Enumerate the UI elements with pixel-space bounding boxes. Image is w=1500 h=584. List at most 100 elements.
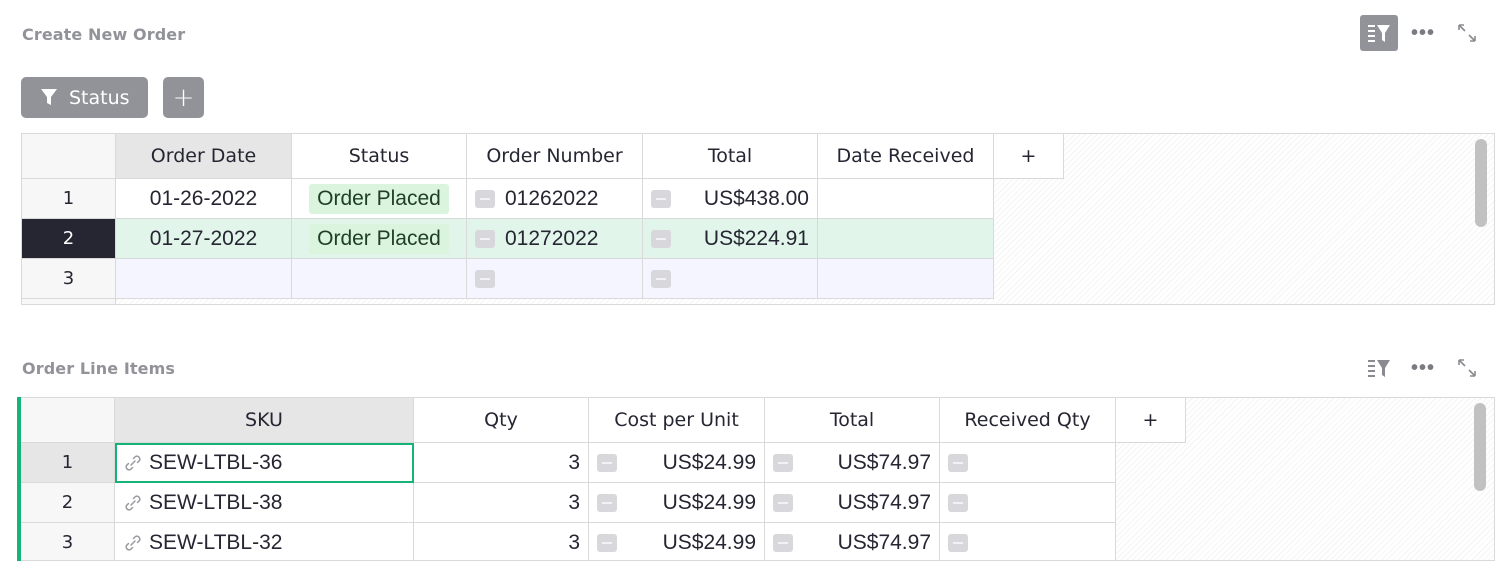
row-number[interactable]: 3 [21,523,115,560]
status-cell[interactable]: Order Placed [292,219,467,259]
total-value: US$74.97 [837,530,931,554]
new-row[interactable]: 3 [22,259,994,299]
row-number[interactable]: 3 [22,259,116,299]
row-number[interactable]: 2 [21,483,115,523]
numeric-type-icon [948,533,968,552]
expand-button[interactable] [1448,350,1486,386]
text-type-icon [475,189,495,208]
total-value: US$74.97 [837,450,931,474]
text-type-icon [475,229,495,248]
sort-filter-button[interactable] [1360,15,1398,51]
order-number-cell[interactable]: 01262022 [467,179,643,219]
total-cell[interactable]: US$74.97 [765,443,940,483]
status-cell[interactable]: Order Placed [292,179,467,219]
order-date-cell[interactable] [116,259,292,299]
column-header-order-date[interactable]: Order Date [116,134,292,179]
cost-value: US$24.99 [662,490,756,514]
numeric-type-icon [597,493,617,512]
sku-value: SEW-LTBL-32 [149,530,283,554]
sort-filter-button[interactable] [1360,350,1398,386]
cost-cell[interactable]: US$24.99 [589,443,765,483]
sort-filter-icon [1368,360,1390,377]
order-date-cell[interactable]: 01-26-2022 [116,179,292,219]
column-header-received-qty[interactable]: Received Qty [940,398,1116,443]
numeric-type-icon [773,533,793,552]
order-number-value: 01272022 [505,226,599,250]
grid-bottom-spacer [22,299,116,304]
date-received-cell[interactable] [818,179,994,219]
order-number-value: 01262022 [505,186,599,210]
row-number[interactable]: 1 [21,443,115,483]
cost-cell[interactable]: US$24.99 [589,523,765,560]
total-cell[interactable]: US$74.97 [765,483,940,523]
column-header-cost-per-unit[interactable]: Cost per Unit [589,398,765,443]
received-qty-cell[interactable] [940,443,1116,483]
qty-cell[interactable]: 3 [414,523,589,560]
numeric-type-icon [651,229,671,248]
numeric-type-icon [948,453,968,472]
numeric-type-icon [597,453,617,472]
order-number-cell[interactable]: 01272022 [467,219,643,259]
vertical-scrollbar[interactable] [1474,403,1486,491]
more-options-button[interactable]: ••• [1404,15,1442,51]
orders-grid: Order Date Status Order Number Total Dat… [21,133,1495,305]
table-row[interactable]: 1 01-26-2022 Order Placed 01262022 US$43… [22,179,994,219]
sku-cell[interactable]: SEW-LTBL-36 [115,443,414,483]
status-cell[interactable] [292,259,467,299]
column-header-status[interactable]: Status [292,134,467,179]
orders-header-row: Order Date Status Order Number Total Dat… [22,134,1064,179]
total-cell[interactable]: US$438.00 [643,179,818,219]
text-type-icon [475,269,495,288]
column-header-date-received[interactable]: Date Received [818,134,994,179]
numeric-type-icon [651,189,671,208]
orders-section-title: Create New Order [22,25,186,44]
column-header-total[interactable]: Total [643,134,818,179]
filter-icon [41,89,57,105]
cost-cell[interactable]: US$24.99 [589,483,765,523]
sku-value: SEW-LTBL-38 [149,490,283,514]
row-number-spacer [22,299,116,304]
sku-cell[interactable]: SEW-LTBL-32 [115,523,414,560]
date-received-cell[interactable] [818,219,994,259]
date-received-cell[interactable] [818,259,994,299]
row-number[interactable]: 1 [22,179,116,219]
qty-cell[interactable]: 3 [414,483,589,523]
numeric-type-icon [773,493,793,512]
column-header-sku[interactable]: SKU [115,398,414,443]
table-row[interactable]: 1 SEW-LTBL-36 3 US$24.99 US$74.97 [21,443,1116,483]
sort-filter-icon [1368,25,1390,42]
table-row[interactable]: 2 01-27-2022 Order Placed 01272022 US$22… [22,219,994,259]
total-cell[interactable] [643,259,818,299]
order-date-cell[interactable]: 01-27-2022 [116,219,292,259]
status-chip: Order Placed [309,183,449,214]
numeric-type-icon [597,533,617,552]
orders-section-toolbar: ••• [1354,15,1486,51]
total-cell[interactable]: US$224.91 [643,219,818,259]
status-filter-button[interactable]: Status [21,77,148,118]
add-column-button[interactable]: + [1116,398,1186,443]
numeric-type-icon [651,269,671,288]
more-icon: ••• [1410,22,1435,44]
more-options-button[interactable]: ••• [1404,350,1442,386]
column-header-qty[interactable]: Qty [414,398,589,443]
column-header-total[interactable]: Total [765,398,940,443]
link-icon [125,454,141,471]
total-value: US$74.97 [837,490,931,514]
order-number-cell[interactable] [467,259,643,299]
table-row[interactable]: 2 SEW-LTBL-38 3 US$24.99 US$74.97 [21,483,1116,523]
total-cell[interactable]: US$74.97 [765,523,940,560]
line-items-section-title: Order Line Items [22,359,175,378]
expand-button[interactable] [1448,15,1486,51]
sku-cell[interactable]: SEW-LTBL-38 [115,483,414,523]
vertical-scrollbar[interactable] [1475,139,1487,227]
status-filter-label: Status [69,86,130,109]
add-column-button[interactable]: + [994,134,1064,179]
column-header-order-number[interactable]: Order Number [467,134,643,179]
row-number[interactable]: 2 [22,219,116,259]
received-qty-cell[interactable] [940,523,1116,560]
table-row[interactable]: 3 SEW-LTBL-32 3 US$24.99 US$74.97 [21,523,1116,560]
add-filter-button[interactable]: + [163,77,204,118]
line-items-section-toolbar: ••• [1354,350,1486,386]
qty-cell[interactable]: 3 [414,443,589,483]
received-qty-cell[interactable] [940,483,1116,523]
